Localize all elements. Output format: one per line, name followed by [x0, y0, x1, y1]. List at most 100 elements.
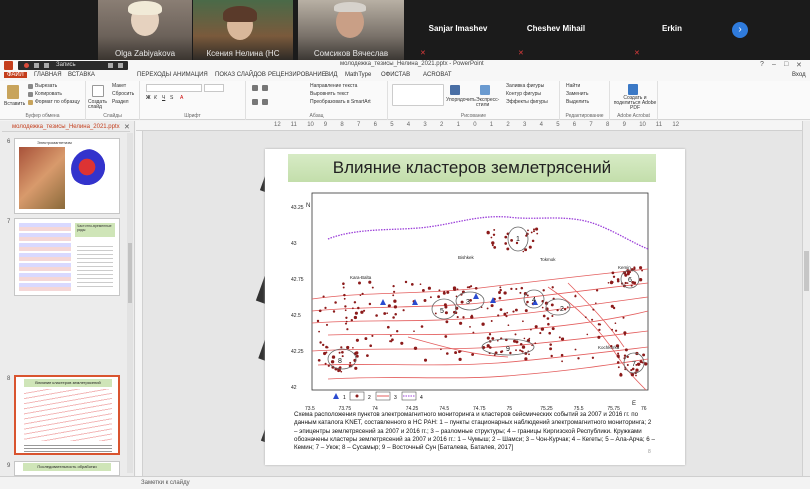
epicenter-dot: [358, 281, 361, 285]
epicenter-dot: [542, 314, 546, 318]
quick-styles-icon[interactable]: [480, 85, 490, 95]
tab-insert[interactable]: ВСТАВКА: [68, 72, 95, 78]
epicenter-dot: [440, 348, 442, 351]
participant-tile[interactable]: Olga Zabiyakova: [98, 0, 192, 60]
slide-thumbnail[interactable]: Последовательность обработки: [14, 461, 120, 476]
align-left-icon[interactable]: [252, 99, 258, 105]
align-center-icon[interactable]: [262, 99, 268, 105]
underline-icon[interactable]: Ч: [162, 95, 165, 101]
participant-tile[interactable]: Erkin ✕: [626, 0, 718, 60]
tab-ofistav[interactable]: ОФИСТАВ: [381, 72, 410, 78]
undo-icon[interactable]: [34, 63, 39, 68]
copy-button[interactable]: Копировать: [35, 91, 62, 97]
epicenter-dot: [533, 228, 535, 231]
canvas-scrollbar[interactable]: [802, 121, 810, 476]
epicenter-dot: [444, 305, 448, 309]
epicenter-dot: [616, 361, 620, 364]
italic-icon[interactable]: К: [154, 95, 157, 101]
close-icon[interactable]: ✕: [124, 123, 130, 131]
minimize-icon[interactable]: –: [772, 61, 776, 68]
smartart-button[interactable]: Преобразовать в SmartArt: [310, 99, 371, 105]
epicenter-dot: [444, 311, 448, 315]
epicenter-dot: [472, 331, 475, 334]
thumbnail-title: Влияние кластеров землетрясений: [35, 380, 101, 385]
redo-icon[interactable]: [44, 63, 49, 68]
slide-caption[interactable]: Схема расположения пунктов электромагнит…: [294, 411, 656, 452]
paste-button[interactable]: Вставить: [4, 101, 25, 107]
new-slide-button[interactable]: Создать слайд: [88, 100, 108, 110]
tab-review[interactable]: РЕЦЕНЗИРОВАНИЕ: [268, 72, 326, 78]
help-icon[interactable]: ?: [760, 61, 764, 68]
shapes-gallery[interactable]: [392, 84, 444, 106]
epicenter-dot: [486, 231, 490, 235]
thumbnails-scrollbar[interactable]: [127, 133, 133, 473]
slide-thumbnail[interactable]: Частотно-временные ряды: [14, 218, 120, 296]
slide-thumbnail[interactable]: Электромагнетизм: [14, 138, 120, 214]
current-slide[interactable]: Влияние кластеров землетрясений N E 43.2…: [265, 149, 685, 465]
recording-label: Запись: [56, 62, 76, 68]
strikethrough-icon[interactable]: S: [170, 95, 173, 101]
next-participants-button[interactable]: ›: [732, 22, 748, 38]
bold-icon[interactable]: Ж: [146, 95, 151, 101]
format-painter-button[interactable]: Формат по образцу: [35, 99, 80, 105]
file-tab[interactable]: молодежка_тезисы_Нелина_2021.pptx ✕: [2, 123, 130, 132]
participant-tile[interactable]: Ксения Нелина (НС: [193, 0, 293, 60]
tab-acrobat[interactable]: ACROBAT: [423, 72, 452, 78]
shape-outline-button[interactable]: Контур фигуры: [506, 91, 541, 97]
epicenter-dot: [346, 328, 349, 331]
epicenter-dot: [471, 353, 475, 356]
align-text-button[interactable]: Выровнять текст: [310, 91, 349, 97]
pdf-icon[interactable]: [628, 84, 638, 95]
scrollbar-thumb[interactable]: [804, 251, 809, 291]
font-color-icon[interactable]: A: [180, 95, 183, 101]
tab-file[interactable]: ФАЙЛ: [4, 72, 27, 78]
epicenter-dot: [504, 235, 508, 239]
tab-view[interactable]: ВИД: [325, 72, 337, 78]
cut-button[interactable]: Вырезать: [35, 83, 57, 89]
epicenter-dot: [567, 306, 569, 308]
record-icon[interactable]: [24, 63, 29, 68]
tab-home[interactable]: ГЛАВНАЯ: [34, 72, 62, 78]
shape-fill-button[interactable]: Заливка фигуры: [506, 83, 544, 89]
font-size-input[interactable]: [204, 84, 224, 92]
bullets-icon[interactable]: [252, 85, 258, 91]
participant-tile[interactable]: Cheshev Mihail ✕: [510, 0, 602, 60]
stop-icon[interactable]: [118, 63, 123, 68]
epicenter-dot: [574, 348, 577, 351]
tab-animation[interactable]: АНИМАЦИЯ: [173, 72, 208, 78]
scrollbar-thumb[interactable]: [128, 243, 132, 303]
epicenter-dot: [369, 344, 373, 348]
find-button[interactable]: Найти: [566, 83, 580, 89]
replace-button[interactable]: Заменить: [566, 91, 588, 97]
epicenter-dot: [492, 233, 496, 236]
slide-thumbnail-selected[interactable]: Влияние кластеров землетрясений: [14, 375, 120, 455]
tab-transitions[interactable]: ПЕРЕХОДЫ: [137, 72, 171, 78]
sign-in-link[interactable]: Вход: [792, 72, 806, 78]
notes-bar[interactable]: Заметки к слайду: [0, 476, 810, 489]
new-slide-icon[interactable]: [92, 85, 104, 97]
participant-tile[interactable]: Sanjar Imashev ✕: [412, 0, 504, 60]
reset-button[interactable]: Сбросить: [112, 91, 134, 97]
tab-mathtype[interactable]: MathType: [345, 72, 371, 78]
text-direction-button[interactable]: Направление текста: [310, 83, 357, 89]
epicenter-dot: [563, 308, 567, 311]
arrange-icon[interactable]: [450, 85, 460, 95]
section-button[interactable]: Раздел: [112, 99, 129, 105]
epicenter-dot: [437, 295, 440, 299]
tab-slideshow[interactable]: ПОКАЗ СЛАЙДОВ: [215, 72, 266, 78]
numbering-icon[interactable]: [262, 85, 268, 91]
slide-title[interactable]: Влияние кластеров землетрясений: [288, 154, 656, 182]
arrange-button[interactable]: Упорядочить: [446, 98, 476, 103]
font-name-input[interactable]: [146, 84, 202, 92]
participant-tile[interactable]: Сомсиков Вячеслав: [298, 0, 404, 60]
y-tick-label: 42.5: [291, 313, 301, 319]
pause-icon[interactable]: [108, 63, 113, 68]
paste-icon[interactable]: [7, 85, 19, 99]
layout-button[interactable]: Макет: [112, 83, 126, 89]
quick-styles-button[interactable]: Экспресс-стили: [476, 98, 500, 108]
select-button[interactable]: Выделить: [566, 99, 589, 105]
create-pdf-button[interactable]: Создать и поделиться Adobe PDF: [612, 96, 658, 111]
close-icon[interactable]: ✕: [796, 61, 802, 69]
maximize-icon[interactable]: □: [784, 61, 788, 68]
shape-effects-button[interactable]: Эффекты фигуры: [506, 99, 548, 105]
